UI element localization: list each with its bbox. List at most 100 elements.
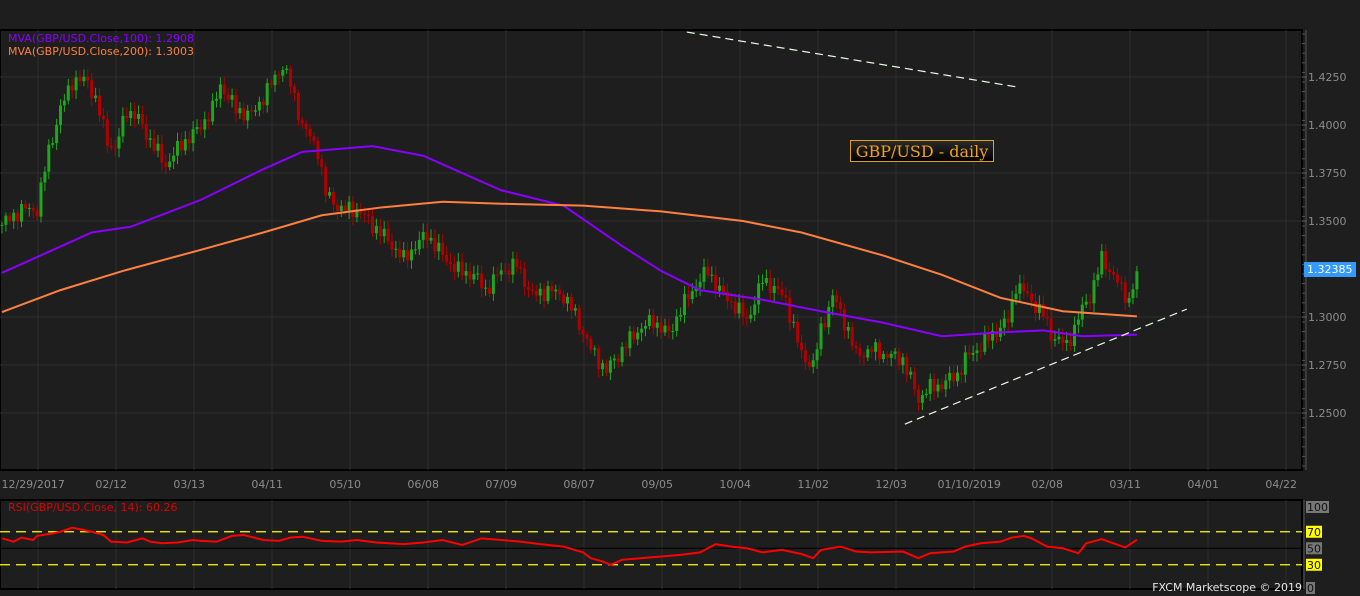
candle-body xyxy=(164,162,168,168)
candle-body xyxy=(928,378,932,394)
candle-body xyxy=(1100,251,1104,275)
candle-body xyxy=(1034,301,1037,313)
candle-body xyxy=(534,290,538,296)
candle-body xyxy=(90,80,94,99)
candle-body xyxy=(612,358,616,361)
candle-body xyxy=(242,108,246,121)
candle-body xyxy=(608,360,612,373)
candle-body xyxy=(343,205,347,212)
candle-body xyxy=(538,288,542,296)
candle-body xyxy=(101,115,105,120)
candle-body xyxy=(811,360,815,367)
candle-body xyxy=(620,346,624,363)
candle-body xyxy=(47,144,51,172)
x-tick-label: 11/02 xyxy=(797,478,829,491)
candle-body xyxy=(542,288,546,302)
candle-body xyxy=(975,350,979,353)
candle-body xyxy=(195,127,199,130)
candle-body xyxy=(1053,339,1057,341)
candle-body xyxy=(1112,272,1115,275)
candle-body xyxy=(823,323,827,328)
candle-body xyxy=(312,136,316,141)
candle-body xyxy=(901,357,905,366)
candle-body xyxy=(566,296,569,304)
candle-body xyxy=(530,289,534,291)
candle-body xyxy=(23,204,27,209)
candle-body xyxy=(655,322,659,328)
candle-body xyxy=(199,127,203,130)
candle-body xyxy=(581,329,585,335)
candle-body xyxy=(776,286,780,290)
candle-body xyxy=(211,100,215,122)
candle-body xyxy=(835,295,839,303)
candle-body xyxy=(417,239,421,250)
candle-body xyxy=(550,286,554,292)
candle-body xyxy=(16,212,20,222)
price-axis[interactable]: 1.4250 1.4000 1.3750 1.3500 1.3000 1.2750 1.25… xyxy=(1302,30,1347,470)
x-tick-label: 07/09 xyxy=(485,478,517,491)
candle-body xyxy=(207,119,211,122)
candle-body xyxy=(347,201,351,212)
x-tick-label: 01/10/2019 xyxy=(937,478,1000,491)
candle-body xyxy=(671,330,675,332)
chart-canvas[interactable]: FebMarAprMayJunJulAugSepOctNovDec2019Feb… xyxy=(0,0,1360,596)
candle-body xyxy=(913,371,917,390)
candle-body xyxy=(663,325,667,333)
candle-body xyxy=(109,145,113,148)
candle-body xyxy=(35,210,39,217)
candle-body xyxy=(254,110,257,112)
candle-body xyxy=(527,287,530,290)
candle-body xyxy=(12,212,16,222)
candle-body xyxy=(1010,299,1014,323)
candle-body xyxy=(203,119,207,130)
candle-body xyxy=(351,201,355,218)
candle-body xyxy=(59,105,62,125)
candle-body xyxy=(753,304,757,315)
candle-body xyxy=(441,242,445,255)
candle-body xyxy=(378,225,382,237)
candle-body xyxy=(569,296,573,311)
rsi-frame xyxy=(0,499,1303,590)
candle-body xyxy=(573,308,577,311)
candle-body xyxy=(144,123,148,140)
candle-body xyxy=(577,308,581,330)
candle-body xyxy=(948,372,952,381)
candle-body xyxy=(1018,283,1022,294)
candle-body xyxy=(191,129,195,144)
candle-body xyxy=(398,248,402,258)
candle-body xyxy=(803,350,807,363)
candle-body xyxy=(768,278,772,293)
candle-body xyxy=(1135,271,1139,290)
candle-body xyxy=(480,273,484,289)
candle-body xyxy=(156,143,160,151)
candle-body xyxy=(230,95,234,100)
candle-body xyxy=(640,328,644,333)
candle-body xyxy=(148,138,152,140)
rsi-legend: RSI(GBP/USD.Close, 14): 60.26 xyxy=(8,501,178,514)
x-tick-label: 04/11 xyxy=(251,478,283,491)
candle-body xyxy=(667,325,671,331)
candle-body xyxy=(1123,282,1127,303)
candle-body xyxy=(250,110,254,112)
candle-body xyxy=(936,384,940,392)
candle-body xyxy=(881,353,885,360)
candle-body xyxy=(554,289,558,292)
candle-body xyxy=(152,138,156,151)
candle-body xyxy=(831,295,835,307)
candle-body xyxy=(137,113,140,119)
candle-body xyxy=(940,384,944,390)
candle-body xyxy=(226,94,230,100)
candle-body xyxy=(433,237,437,252)
price-panel xyxy=(0,29,1303,471)
candle-body xyxy=(406,250,410,261)
candle-body xyxy=(651,315,655,328)
watermark: FXCM Marketscope © 2019 xyxy=(1152,581,1302,594)
candle-body xyxy=(464,271,468,276)
candle-body xyxy=(285,68,289,70)
candle-body xyxy=(218,84,222,99)
x-tick-label: 03/13 xyxy=(173,478,205,491)
chart-title[interactable]: GBP/USD - daily xyxy=(850,140,994,162)
date-axis: 12/29/2017 02/12 03/13 04/11 05/10 06/08 07/09… xyxy=(1,478,1297,491)
candle-body xyxy=(456,261,460,272)
candle-body xyxy=(39,182,43,217)
